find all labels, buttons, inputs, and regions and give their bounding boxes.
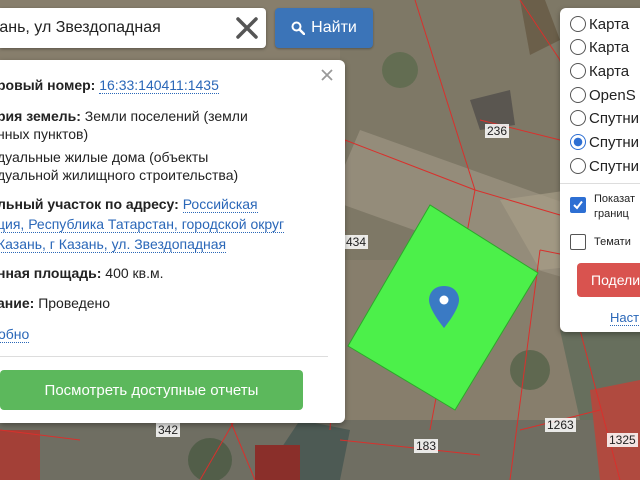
radio-icon[interactable] [570, 158, 586, 174]
layer-option[interactable]: Карта [570, 36, 629, 58]
layer-option-label: Карта [589, 15, 630, 33]
clear-search-icon[interactable] [234, 15, 260, 41]
layer-option-label: Карта [589, 62, 630, 80]
show-borders-checkbox[interactable] [570, 197, 586, 213]
divider [560, 183, 640, 184]
radio-icon[interactable] [570, 63, 586, 79]
survey-value: Проведено [38, 295, 111, 311]
area-value: 400 кв.м. [105, 265, 164, 281]
permitted-use-line2: дуальной жилищного строительства) [0, 167, 239, 183]
category-value: Земли поселений (земли [84, 108, 248, 124]
search-box [0, 8, 266, 48]
category-value-cont: нных пунктов) [0, 126, 89, 142]
cadastral-number-row: ровый номер: 16:33:140411:1435 [0, 75, 219, 96]
radio-selected-icon[interactable] [570, 134, 586, 150]
address-line2: ция, Республика Татарстан, городской окр… [0, 214, 285, 235]
view-reports-button[interactable]: Посмотреть доступные отчеты [0, 370, 303, 410]
layer-option[interactable]: Спутни [570, 107, 639, 129]
radio-icon[interactable] [570, 39, 586, 55]
radio-icon[interactable] [570, 16, 586, 32]
layer-option-label: Спутни [589, 109, 639, 127]
thematic-checkbox[interactable] [570, 234, 586, 250]
show-borders-label: Показат [594, 193, 636, 205]
address-link[interactable]: ция, Республика Татарстан, городской окр… [0, 216, 285, 233]
area-row: нная площадь: 400 кв.м. [0, 263, 164, 284]
layer-option-label: Спутни [589, 133, 639, 151]
address-label: льный участок по адресу: [0, 196, 179, 212]
radio-icon[interactable] [570, 110, 586, 126]
layer-option-label: Спутни [589, 157, 639, 175]
settings-link[interactable]: Наст [610, 310, 640, 326]
layer-option[interactable]: Спутни [570, 155, 639, 177]
parcel-label: 236 [485, 124, 510, 138]
layer-option[interactable]: Карта [570, 60, 629, 82]
search-input[interactable] [0, 8, 226, 48]
more-details-link[interactable]: обно [0, 326, 30, 343]
layer-option-label: Карта [589, 38, 630, 56]
search-icon [291, 21, 306, 35]
address-link[interactable]: Казань, г Казань, ул. Звездопадная [0, 236, 227, 253]
show-borders-label-cont: границ [594, 208, 629, 220]
layer-option-label: OpenS [589, 86, 636, 104]
parcel-label: 1263 [545, 418, 576, 432]
cadastral-number-link[interactable]: 16:33:140411:1435 [99, 77, 219, 94]
cadastral-label: ровый номер: [0, 77, 96, 93]
find-button[interactable]: Найти [275, 8, 373, 48]
survey-row: ание: Проведено [0, 293, 110, 314]
layer-option[interactable]: OpenS [570, 84, 636, 106]
share-button[interactable]: Подели [577, 263, 640, 297]
check-icon [573, 200, 583, 210]
close-icon[interactable] [319, 67, 335, 83]
survey-label: ание: [0, 295, 35, 311]
parcel-label: 434 [344, 235, 369, 249]
address-row: льный участок по адресу: Российская [0, 194, 258, 215]
divider [0, 356, 328, 357]
address-line3: Казань, г Казань, ул. Звездопадная [0, 234, 227, 255]
category-label: рия земель: [0, 108, 81, 124]
parcel-label: 342 [156, 423, 181, 437]
radio-icon[interactable] [570, 87, 586, 103]
layer-option[interactable]: Карта [570, 13, 629, 35]
layers-panel: Карта Карта Карта OpenS Спутни Спутни Сп… [560, 8, 640, 332]
address-link[interactable]: Российская [182, 196, 258, 213]
thematic-label: Темати [594, 236, 631, 248]
area-label: нная площадь: [0, 265, 102, 281]
more-details-row: обно [0, 324, 30, 345]
layer-option-selected[interactable]: Спутни [570, 131, 639, 153]
parcel-label: 1325 [607, 433, 638, 447]
parcel-label: 183 [414, 439, 439, 453]
parcel-info-panel: ровый номер: 16:33:140411:1435 рия земел… [0, 60, 345, 423]
find-button-label: Найти [311, 19, 357, 36]
